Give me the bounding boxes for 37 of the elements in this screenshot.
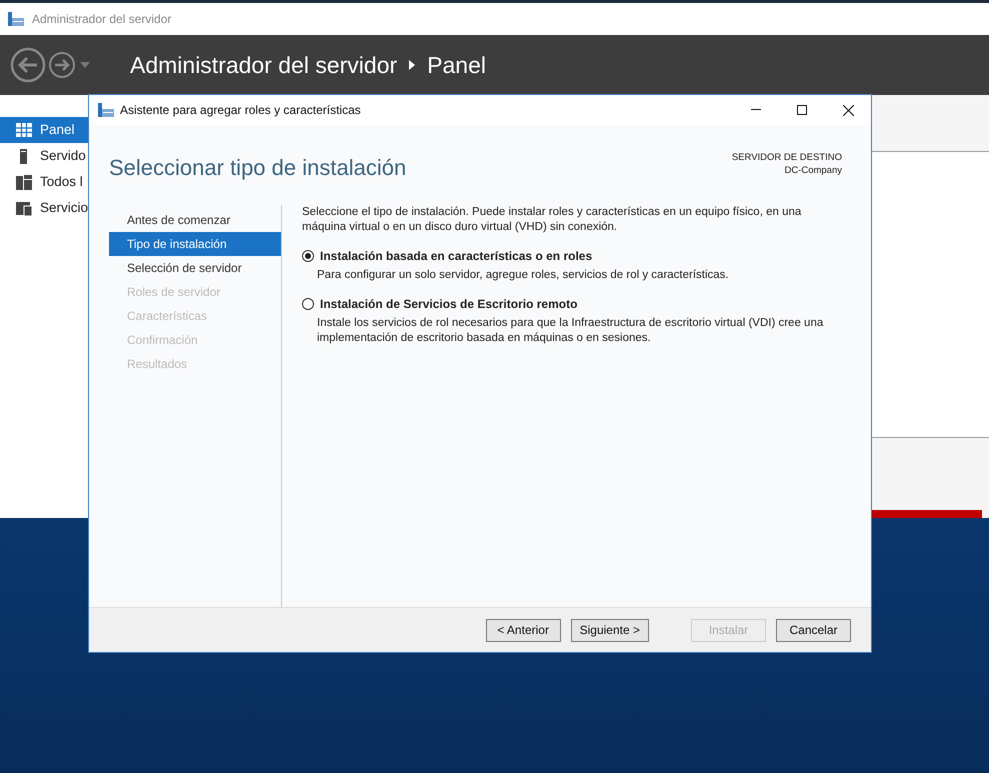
breadcrumb-item[interactable]: Panel — [427, 48, 486, 82]
intro-text: Seleccione el tipo de instalación. Puede instalar roles y características en un equipo físico, en una máquina virtual o en un disco duro virtual (VHD) sin conexión. — [302, 205, 802, 235]
wizard-step[interactable]: Tipo de instalación — [109, 232, 281, 256]
page-heading: Seleccionar tipo de instalación — [109, 154, 406, 182]
chevron-icon — [409, 60, 416, 70]
forward-icon[interactable] — [48, 51, 76, 79]
sidebar-item[interactable]: Panel — [0, 117, 88, 143]
option-description: Para configurar un solo servidor, agregue roles, servicios de rol y características. — [316, 268, 730, 283]
wizard-button[interactable]: Siguiente > — [570, 618, 649, 642]
caret-icon[interactable] — [80, 62, 90, 68]
breadcrumb-item[interactable]: Administrador del servidor — [130, 48, 398, 82]
wizard-button[interactable]: < Anterior — [486, 618, 561, 642]
target-server: DC-Company — [783, 164, 842, 177]
servers-icon — [16, 174, 32, 190]
back-icon[interactable] — [10, 47, 46, 83]
app-icon — [8, 12, 24, 28]
window-title: Administrador del servidor — [32, 11, 172, 28]
app-icon — [98, 102, 114, 119]
wizard-step: Roles de servidor — [109, 280, 281, 304]
option-label[interactable]: Instalación de Servicios de Escritorio remoto — [320, 295, 578, 313]
folder-icon — [16, 200, 32, 216]
sidebar-item[interactable]: Servido — [0, 143, 88, 169]
radio-button[interactable] — [302, 298, 314, 310]
wizard-step: Características — [109, 304, 281, 328]
target-label: SERVIDOR DE DESTINO — [732, 151, 842, 164]
wizard-step: Resultados — [109, 352, 281, 376]
wizard-step[interactable]: Antes de comenzar — [109, 208, 281, 232]
option-label[interactable]: Instalación basada en características o en roles — [320, 247, 592, 265]
grid-icon — [16, 122, 32, 138]
sidebar-item[interactable]: Todos l — [0, 169, 88, 195]
wizard-step: Confirmación — [109, 328, 281, 352]
sidebar-item[interactable]: Servicio — [0, 195, 88, 221]
radio-button[interactable] — [302, 250, 314, 262]
dialog-title: Asistente para agregar roles y características — [120, 102, 361, 119]
option-description: Instale los servicios de rol necesarios para que la Infraestructura de escritorio virtual (VDI) cree una implementación de escritorio basada en máquinas o en sesiones. — [316, 316, 824, 346]
wizard-button[interactable]: Cancelar — [776, 618, 851, 642]
wizard-step[interactable]: Selección de servidor — [109, 256, 281, 280]
